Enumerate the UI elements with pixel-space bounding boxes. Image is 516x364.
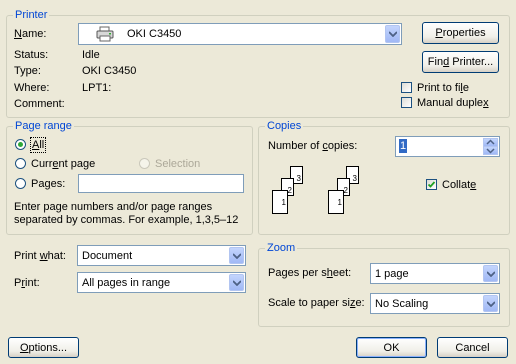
printer-name-value: OKI C3450 (127, 28, 182, 40)
all-pages-radio[interactable] (15, 139, 26, 150)
type-value: OKI C3450 (82, 65, 137, 77)
print-to-file-label[interactable]: Print to file (417, 81, 469, 95)
page-range-group-title: Page range (13, 119, 74, 133)
print-to-file-checkbox[interactable] (401, 82, 412, 93)
page-range-hint-line1: Enter page numbers and/or page ranges (14, 201, 213, 213)
printer-icon (96, 26, 114, 45)
current-page-radio[interactable] (15, 158, 26, 169)
chevron-down-icon[interactable] (229, 247, 244, 264)
collate-page: 1 (272, 190, 288, 214)
scale-to-paper-size-combo[interactable]: No Scaling (370, 293, 500, 314)
print-value: All pages in range (82, 277, 171, 289)
selection-label: Selection (155, 158, 201, 170)
pages-radio[interactable] (15, 178, 26, 189)
checkmark-icon (427, 181, 436, 188)
chevron-down-icon[interactable] (483, 265, 498, 282)
status-label: Status: (14, 49, 49, 61)
comment-label: Comment: (14, 98, 65, 110)
collate-label[interactable]: Collate (442, 178, 476, 192)
manual-duplex-label[interactable]: Manual duplex (417, 96, 489, 110)
all-pages-label[interactable]: All (29, 137, 47, 153)
copies-value[interactable]: 1 (399, 139, 408, 153)
collate-illustration-icon: 3 2 1 3 2 1 (272, 166, 362, 222)
chevron-down-icon[interactable] (483, 295, 498, 312)
printer-group-title: Printer (13, 8, 50, 22)
properties-button[interactable]: Properties (422, 22, 499, 44)
find-printer-button[interactable]: Find Printer... (422, 51, 499, 73)
chevron-down-icon[interactable] (229, 274, 244, 291)
print-what-value: Document (82, 250, 133, 262)
zoom-group-title: Zoom (265, 241, 298, 255)
chevron-down-icon[interactable] (385, 25, 400, 43)
scale-to-paper-size-value: No Scaling (375, 298, 429, 310)
where-label: Where: (14, 82, 50, 94)
print-what-label: Print what: (14, 250, 66, 262)
print-label: Print: (14, 277, 40, 289)
collate-page: 1 (328, 190, 344, 214)
pages-per-sheet-combo[interactable]: 1 page (370, 263, 500, 284)
where-value: LPT1: (82, 82, 112, 94)
print-combo[interactable]: All pages in range (77, 272, 246, 293)
spin-down-icon[interactable] (483, 146, 498, 155)
selection-radio[interactable] (139, 158, 150, 169)
type-label: Type: (14, 65, 41, 77)
cancel-button[interactable]: Cancel (437, 337, 508, 358)
status-value: Idle (82, 49, 100, 61)
manual-duplex-checkbox[interactable] (401, 97, 412, 108)
pages-per-sheet-value: 1 page (375, 268, 409, 280)
printer-name-label: Name: (14, 28, 47, 40)
pages-per-sheet-label: Pages per sheet: (268, 267, 352, 279)
print-what-combo[interactable]: Document (77, 245, 246, 266)
zoom-group: Zoom (258, 241, 510, 327)
pages-input[interactable] (78, 174, 244, 193)
copies-spinner[interactable]: 1 (395, 136, 500, 157)
current-page-label[interactable]: Current page (31, 157, 95, 171)
scale-to-paper-size-label: Scale to paper size: (268, 297, 365, 309)
collate-checkbox[interactable] (426, 179, 437, 190)
page-range-hint-line2: separated by commas. For example, 1,3,5–… (14, 214, 239, 226)
copies-group-title: Copies (265, 119, 304, 133)
options-button[interactable]: Options... (8, 337, 79, 358)
pages-label[interactable]: Pages: (31, 177, 65, 191)
printer-name-combo[interactable]: OKI C3450 (78, 23, 402, 45)
number-of-copies-label: Number of copies: (268, 140, 358, 152)
ok-button[interactable]: OK (356, 337, 427, 358)
